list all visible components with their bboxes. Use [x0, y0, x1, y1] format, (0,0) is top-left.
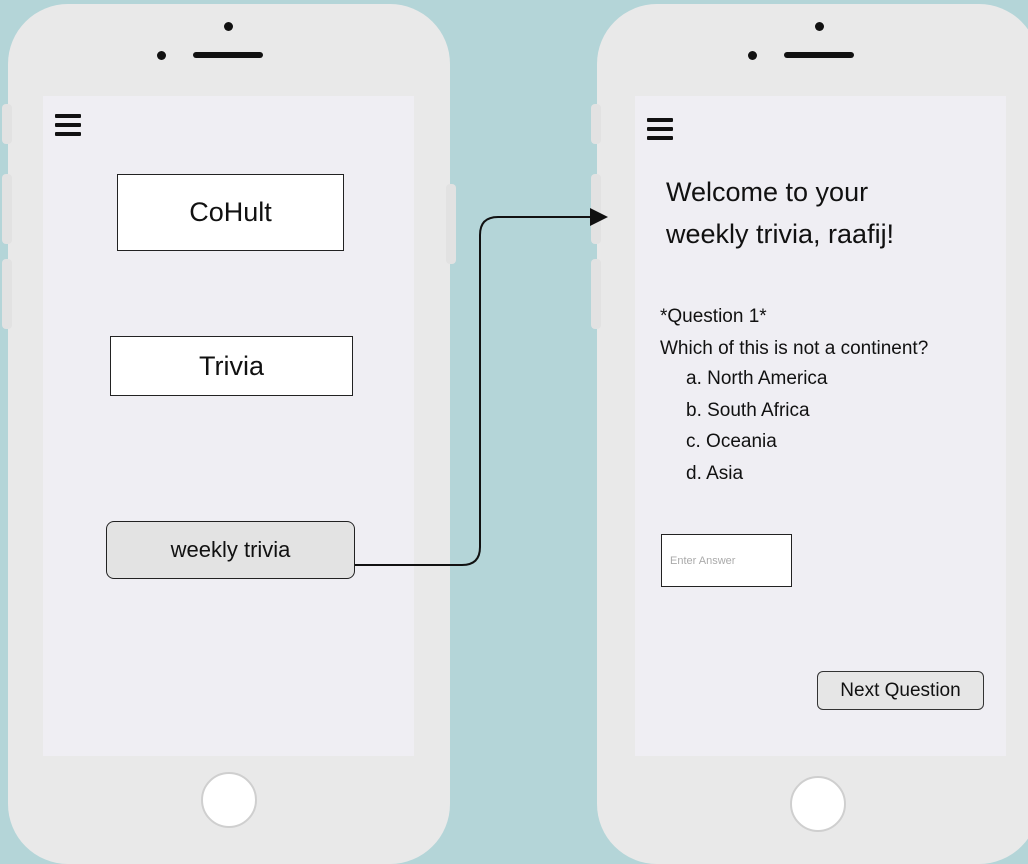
weekly-trivia-button[interactable]: weekly trivia	[106, 521, 355, 579]
phone-left: CoHult Trivia weekly trivia	[2, 4, 456, 864]
side-button	[2, 104, 12, 144]
answer-input[interactable]	[661, 534, 792, 587]
camera-dot	[224, 22, 233, 31]
volume-up-button	[2, 174, 12, 244]
home-button[interactable]	[201, 772, 257, 828]
screen-home: CoHult Trivia weekly trivia	[43, 96, 414, 756]
hamburger-menu-icon[interactable]	[55, 114, 81, 136]
option-d: d. Asia	[686, 462, 744, 484]
next-question-button[interactable]: Next Question	[817, 671, 984, 710]
option-c: c. Oceania	[686, 431, 777, 452]
camera-dot	[815, 22, 824, 31]
welcome-heading: Welcome to your weekly trivia, raafij!	[666, 171, 894, 255]
side-button	[591, 104, 601, 144]
sensor-dot	[748, 51, 757, 60]
speaker-grille	[193, 52, 263, 58]
welcome-line-1: Welcome to your	[666, 177, 869, 207]
phone-right: Welcome to your weekly trivia, raafij! *…	[591, 4, 1028, 864]
sensor-dot	[157, 51, 166, 60]
trivia-heading-box: Trivia	[110, 336, 353, 396]
question-text: Which of this is not a continent?	[660, 338, 929, 359]
home-button[interactable]	[790, 776, 846, 832]
volume-down-button	[2, 259, 12, 329]
volume-up-button	[591, 174, 601, 244]
volume-down-button	[591, 259, 601, 329]
question-number: *Question 1*	[660, 306, 767, 327]
app-title-box: CoHult	[117, 174, 344, 251]
option-b: b. South Africa	[686, 399, 810, 421]
welcome-line-2: weekly trivia, raafij!	[666, 219, 895, 249]
screen-trivia: Welcome to your weekly trivia, raafij! *…	[635, 96, 1006, 756]
answer-options: a. North America b. South Africa c. Ocea…	[686, 363, 828, 489]
option-a: a. North America	[686, 368, 828, 389]
speaker-grille	[784, 52, 854, 58]
power-button	[446, 184, 456, 264]
hamburger-menu-icon[interactable]	[647, 118, 673, 140]
